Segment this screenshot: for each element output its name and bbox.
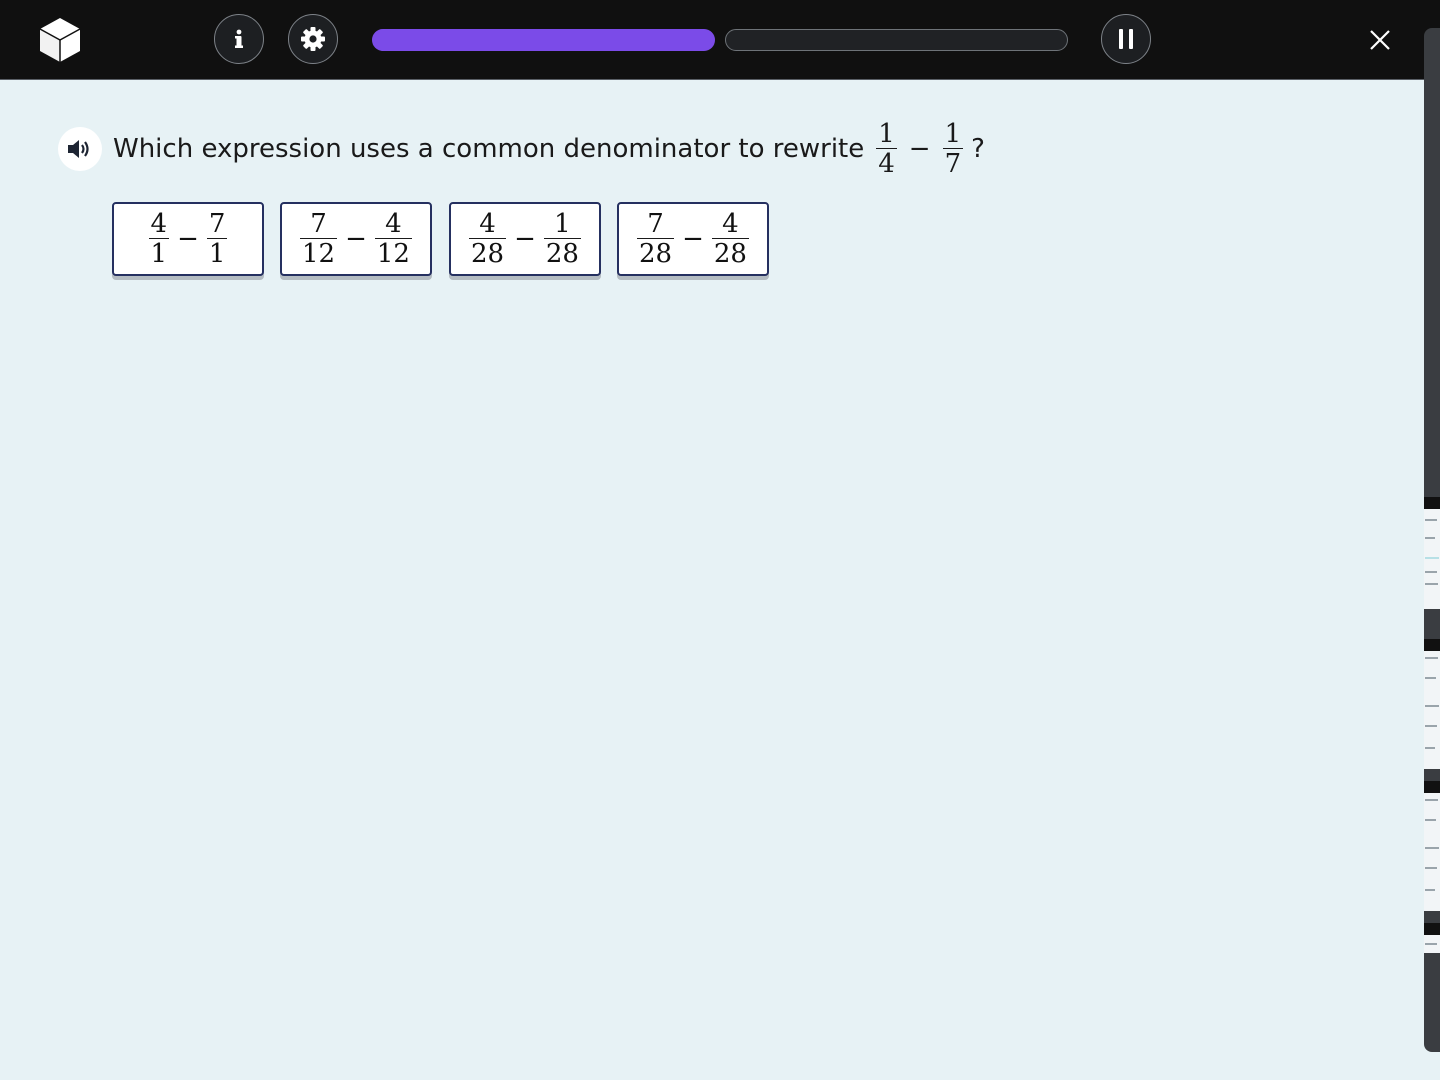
page-thumbnail[interactable]: [1424, 923, 1440, 953]
fraction-numerator: 1: [878, 119, 895, 149]
fraction-denominator: 28: [637, 238, 675, 269]
fraction-numerator: 1: [554, 209, 571, 239]
answer-choice-1[interactable]: 41 − 71: [112, 202, 264, 276]
fraction-numerator: 4: [385, 209, 402, 239]
progress-segment-1-fill: [372, 29, 715, 51]
fraction-denominator: 28: [711, 238, 749, 269]
question-fraction-right: 1 7: [942, 119, 964, 179]
speaker-icon: [68, 140, 89, 158]
fraction-numerator: 7: [310, 209, 327, 239]
answer-choice-2[interactable]: 7 12 − 4 12: [280, 202, 432, 276]
fraction-denominator: 7: [942, 148, 964, 179]
pause-button[interactable]: [1101, 14, 1151, 64]
page-thumbnail[interactable]: [1424, 781, 1440, 911]
info-button[interactable]: [214, 14, 264, 64]
top-toolbar: [0, 0, 1440, 80]
minus-operator: −: [514, 224, 536, 254]
answer-choice-3[interactable]: 4 28 − 1 28: [449, 202, 601, 276]
minus-operator: −: [682, 224, 704, 254]
pause-icon: [1119, 29, 1133, 49]
fraction-denominator: 4: [876, 148, 897, 179]
progress-segment-2: [725, 29, 1068, 51]
info-icon: [235, 29, 243, 48]
minus-operator: −: [345, 224, 367, 254]
question-prompt: Which expression uses a common denominat…: [113, 120, 985, 178]
fraction-denominator: 1: [148, 238, 170, 269]
minus-operator: −: [177, 224, 199, 254]
page-thumbnail[interactable]: [1424, 497, 1440, 609]
question-text: Which expression uses a common denominat…: [113, 134, 865, 164]
minus-operator: −: [908, 134, 931, 164]
fraction-denominator: 12: [374, 238, 412, 269]
settings-button[interactable]: [288, 14, 338, 64]
fraction-denominator: 28: [469, 238, 507, 269]
fraction-numerator: 1: [944, 119, 962, 149]
fraction-denominator: 12: [300, 238, 338, 269]
fraction-numerator: 7: [647, 209, 664, 239]
audio-button[interactable]: [58, 127, 102, 171]
answer-choice-4[interactable]: 7 28 − 4 28: [617, 202, 769, 276]
progress-segment-1: [372, 29, 715, 51]
fraction-denominator: 1: [206, 238, 228, 269]
close-button[interactable]: [1366, 26, 1394, 54]
fraction-denominator: 28: [543, 238, 581, 269]
close-icon: [1370, 30, 1390, 50]
page-thumbnail[interactable]: [1424, 639, 1440, 769]
fraction-numerator: 4: [722, 209, 739, 239]
question-mark: ?: [971, 134, 985, 164]
fraction-numerator: 4: [150, 209, 168, 239]
fraction-numerator: 4: [479, 209, 496, 239]
cube-logo-icon[interactable]: [38, 16, 82, 64]
question-fraction-left: 1 4: [876, 121, 897, 177]
fraction-numerator: 7: [208, 209, 226, 239]
gear-icon: [301, 27, 325, 51]
